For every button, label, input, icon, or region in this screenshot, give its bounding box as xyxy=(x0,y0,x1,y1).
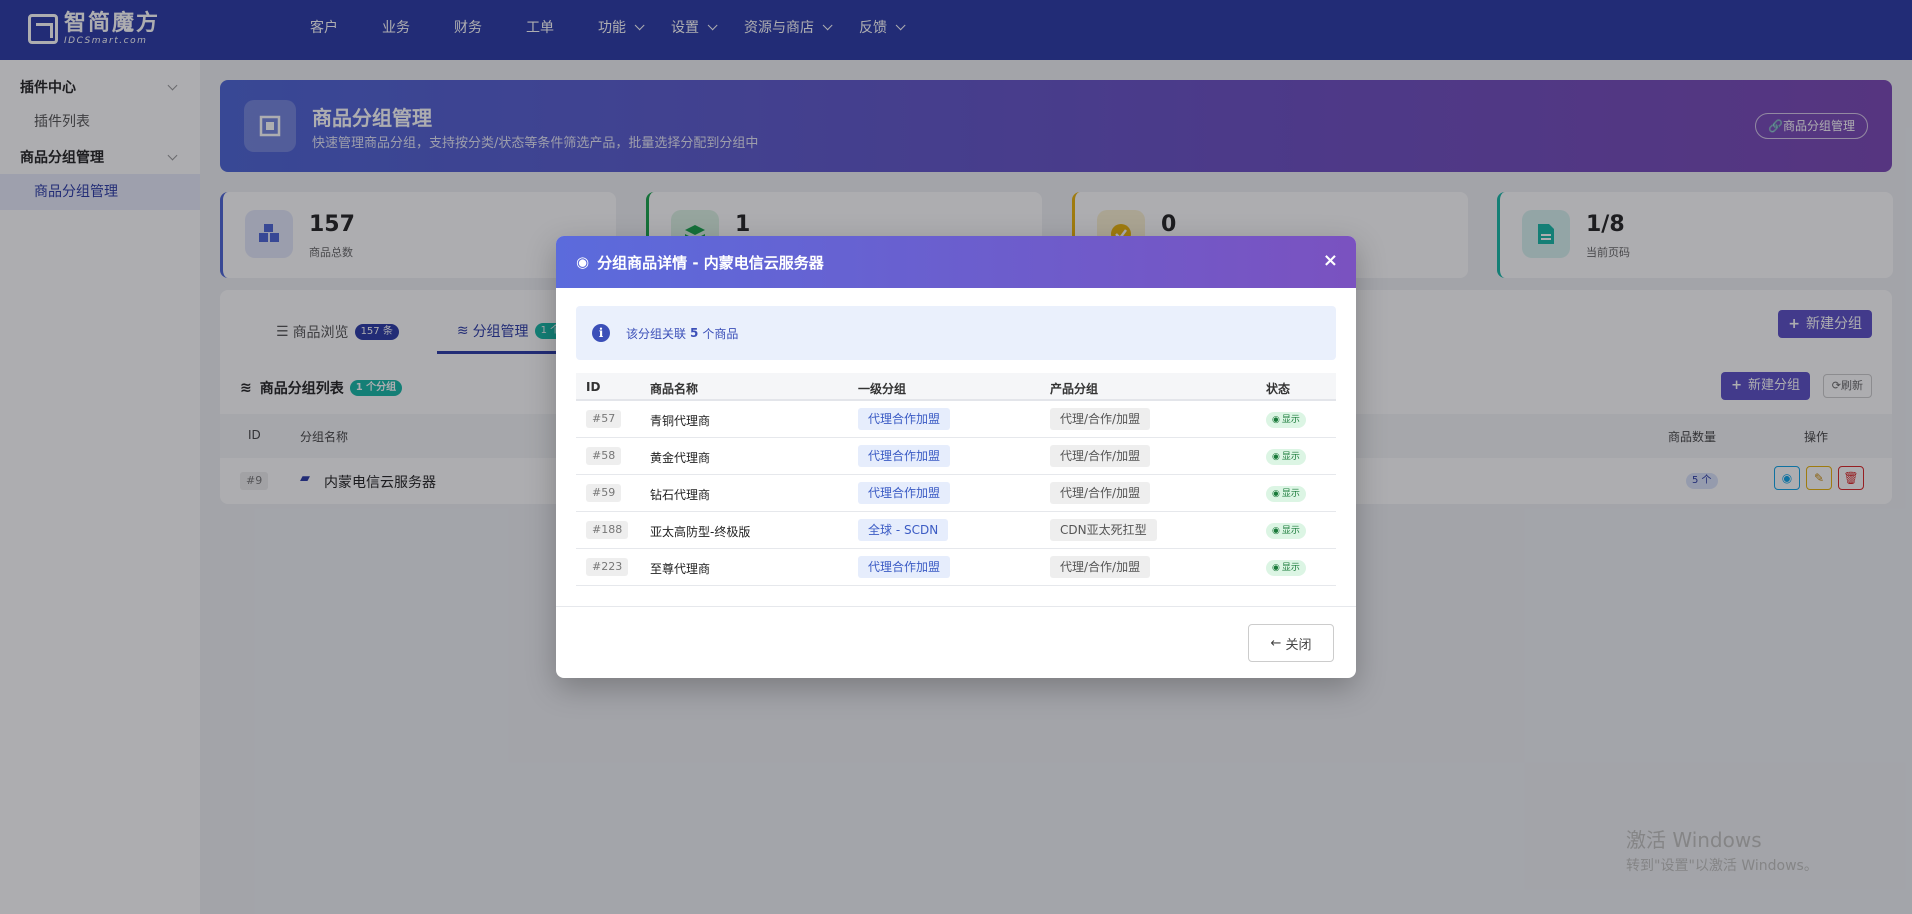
status-badge: ◉ 显示 xyxy=(1266,449,1306,465)
product-id: #57 xyxy=(586,410,622,428)
products-table-header: ID 商品名称 一级分组 产品分组 状态 xyxy=(576,373,1336,401)
product-group-tag: CDN亚太死扛型 xyxy=(1050,519,1157,541)
close-button[interactable]: ← 关闭 xyxy=(1248,624,1334,662)
group-products-modal: ◉ 分组商品详情 - 内蒙电信云服务器 × i 该分组关联 5 个商品 ID 商… xyxy=(556,236,1356,678)
product-group-tag: 代理/合作/加盟 xyxy=(1050,482,1151,504)
product-group-tag: 代理/合作/加盟 xyxy=(1050,556,1151,578)
primary-group-tag: 代理合作加盟 xyxy=(858,482,951,504)
table-row[interactable]: #57 青铜代理商 代理合作加盟 代理/合作/加盟 ◉ 显示 xyxy=(576,401,1336,438)
primary-group-tag: 代理合作加盟 xyxy=(858,556,951,578)
eye-icon: ◉ xyxy=(1272,452,1280,462)
info-text-prefix: 该分组关联 xyxy=(626,326,687,341)
modal-title: 分组商品详情 - 内蒙电信云服务器 xyxy=(597,253,824,272)
eye-icon: ◉ xyxy=(1272,489,1280,499)
info-count: 5 xyxy=(690,326,699,340)
table-row[interactable]: #59 钻石代理商 代理合作加盟 代理/合作/加盟 ◉ 显示 xyxy=(576,475,1336,512)
product-name: 黄金代理商 xyxy=(650,451,711,465)
products-table: ID 商品名称 一级分组 产品分组 状态 #57 青铜代理商 代理合作加盟 代理… xyxy=(576,373,1336,586)
eye-icon: ◉ xyxy=(1272,526,1280,536)
info-alert: i 该分组关联 5 个商品 xyxy=(576,306,1336,360)
product-name: 至尊代理商 xyxy=(650,562,711,576)
info-icon: i xyxy=(592,324,610,342)
primary-group-tag: 代理合作加盟 xyxy=(858,408,951,430)
product-id: #59 xyxy=(586,484,622,502)
modal-header: ◉ 分组商品详情 - 内蒙电信云服务器 × xyxy=(556,236,1356,288)
table-row[interactable]: #188 亚太高防型-终极版 全球 - SCDN CDN亚太死扛型 ◉ 显示 xyxy=(576,512,1336,549)
primary-group-tag: 全球 - SCDN xyxy=(858,519,949,541)
column-header-product-group: 产品分组 xyxy=(1050,382,1099,396)
status-badge: ◉ 显示 xyxy=(1266,486,1306,502)
modal-footer-divider xyxy=(556,606,1356,607)
product-name: 亚太高防型-终极版 xyxy=(650,525,751,539)
status-badge: ◉ 显示 xyxy=(1266,523,1306,539)
status-badge: ◉ 显示 xyxy=(1266,412,1306,428)
table-row[interactable]: #58 黄金代理商 代理合作加盟 代理/合作/加盟 ◉ 显示 xyxy=(576,438,1336,475)
status-badge: ◉ 显示 xyxy=(1266,560,1306,576)
product-name: 青铜代理商 xyxy=(650,414,711,428)
column-header-status: 状态 xyxy=(1266,382,1291,396)
column-header-id: ID xyxy=(586,380,601,394)
product-id: #58 xyxy=(586,447,622,465)
product-id: #188 xyxy=(586,521,629,539)
primary-group-tag: 代理合作加盟 xyxy=(858,445,951,467)
product-name: 钻石代理商 xyxy=(650,488,711,502)
column-header-primary-group: 一级分组 xyxy=(858,382,907,396)
eye-icon: ◉ xyxy=(576,253,590,271)
arrow-left-icon: ← xyxy=(1270,635,1282,651)
product-id: #223 xyxy=(586,558,629,576)
product-group-tag: 代理/合作/加盟 xyxy=(1050,408,1151,430)
column-header-product-name: 商品名称 xyxy=(650,382,699,396)
watermark-line2: 转到"设置"以激活 Windows。 xyxy=(1626,858,1818,874)
eye-icon: ◉ xyxy=(1272,563,1280,573)
eye-icon: ◉ xyxy=(1272,415,1280,425)
watermark-line1: 激活 Windows xyxy=(1626,828,1762,852)
product-group-tag: 代理/合作/加盟 xyxy=(1050,445,1151,467)
table-row[interactable]: #223 至尊代理商 代理合作加盟 代理/合作/加盟 ◉ 显示 xyxy=(576,549,1336,586)
close-icon[interactable]: × xyxy=(1323,250,1338,271)
windows-activation-watermark: 激活 Windows 转到"设置"以激活 Windows。 xyxy=(1626,824,1818,875)
info-text-suffix: 个商品 xyxy=(702,326,739,341)
